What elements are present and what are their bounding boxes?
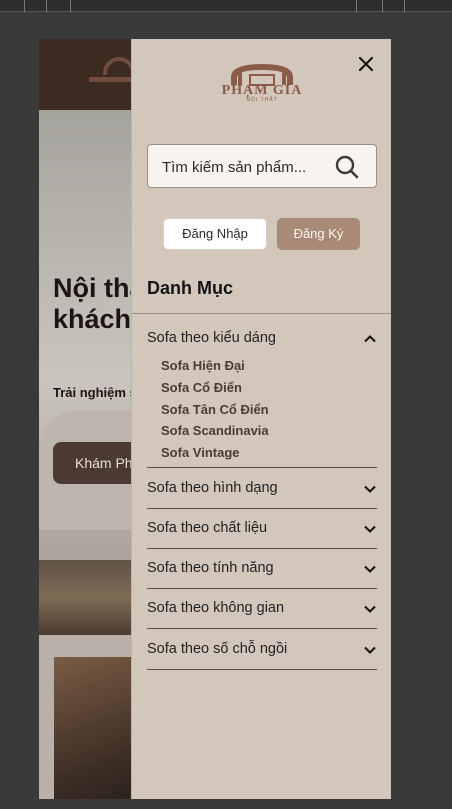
drawer-logo[interactable]: PHẠM GIA NỘI THẤT bbox=[210, 63, 314, 103]
subcategory-item[interactable]: Sofa Tân Cổ Điển bbox=[161, 399, 361, 421]
category-item-sofa-hinh-dang[interactable]: Sofa theo hình dạng bbox=[147, 469, 377, 509]
category-label: Sofa theo chất liệu bbox=[147, 520, 268, 536]
chevron-down-icon bbox=[364, 485, 376, 493]
category-item-sofa-so-cho-ngoi[interactable]: Sofa theo số chỗ ngồi bbox=[147, 630, 377, 670]
logo-tagline-text: NỘI THẤT bbox=[246, 97, 278, 103]
chevron-up-icon bbox=[364, 335, 376, 343]
mobile-menu-drawer: PHẠM GIA NỘI THẤT Đăng Nhập Đăng Ký Danh… bbox=[131, 39, 391, 799]
category-heading: Danh Mục bbox=[147, 278, 234, 298]
chevron-down-icon bbox=[364, 646, 376, 654]
category-divider bbox=[132, 313, 391, 314]
chevron-down-icon bbox=[364, 565, 376, 573]
subcategory-item[interactable]: Sofa Hiện Đại bbox=[161, 355, 361, 377]
ruler-tick bbox=[70, 0, 71, 12]
category-label: Sofa theo số chỗ ngồi bbox=[147, 641, 288, 657]
ruler-tick bbox=[46, 0, 47, 12]
ruler-tick bbox=[382, 0, 383, 12]
category-label: Sofa theo tính năng bbox=[147, 560, 274, 576]
category-item-sofa-khong-gian[interactable]: Sofa theo không gian bbox=[147, 589, 377, 629]
subcategory-list: Sofa Hiện Đại Sofa Cổ Điển Sofa Tân Cổ Đ… bbox=[161, 355, 361, 464]
ruler-tick bbox=[24, 0, 25, 12]
editor-top-bar bbox=[0, 0, 452, 12]
category-item-sofa-tinh-nang[interactable]: Sofa theo tính năng bbox=[147, 549, 377, 589]
register-button[interactable]: Đăng Ký bbox=[277, 218, 360, 250]
category-item-sofa-chat-lieu[interactable]: Sofa theo chất liệu bbox=[147, 509, 377, 549]
ruler-tick bbox=[356, 0, 357, 12]
category-label: Sofa theo hình dạng bbox=[147, 480, 278, 496]
subcategory-item[interactable]: Sofa Cổ Điển bbox=[161, 377, 361, 399]
close-icon bbox=[358, 56, 374, 72]
chevron-down-icon bbox=[364, 605, 376, 613]
subcategory-item[interactable]: Sofa Vintage bbox=[161, 442, 361, 464]
category-label: Sofa theo không gian bbox=[147, 600, 285, 616]
search-icon[interactable] bbox=[334, 154, 360, 180]
category-divider bbox=[147, 467, 377, 468]
chevron-down-icon bbox=[364, 525, 376, 533]
search-box bbox=[147, 144, 377, 188]
category-label: Sofa theo kiểu dáng bbox=[147, 330, 276, 346]
ruler-tick bbox=[404, 0, 405, 12]
category-item-sofa-kieu-dang[interactable]: Sofa theo kiểu dáng bbox=[147, 319, 377, 359]
close-menu-button[interactable] bbox=[355, 53, 377, 75]
login-button[interactable]: Đăng Nhập bbox=[163, 218, 267, 250]
subcategory-item[interactable]: Sofa Scandinavia bbox=[161, 420, 361, 442]
search-input[interactable] bbox=[162, 156, 328, 178]
